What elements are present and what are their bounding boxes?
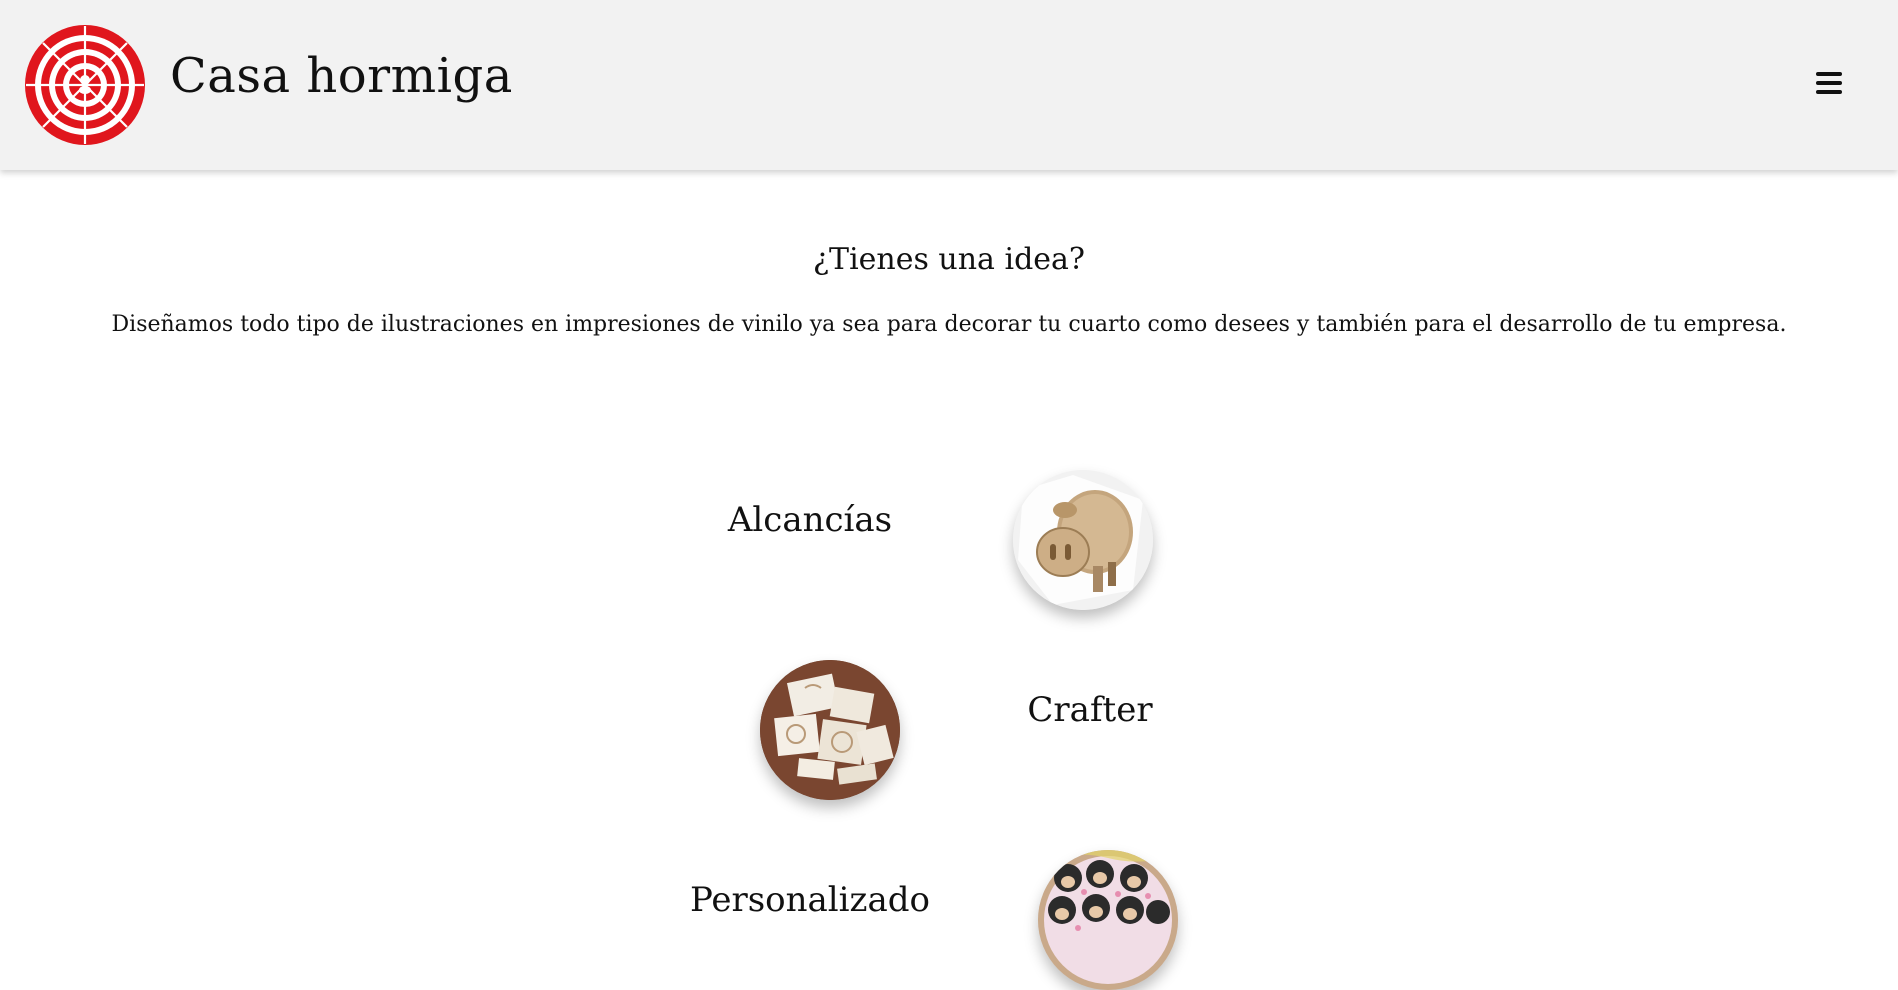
category-image-crafter[interactable] (760, 660, 900, 800)
craft-cutouts-image (760, 660, 900, 800)
category-label-alcancias[interactable]: Alcancías (680, 500, 940, 540)
site-header: Casa hormiga (0, 0, 1898, 170)
site-title[interactable]: Casa hormiga (170, 48, 513, 104)
piggy-bank-image (1013, 470, 1153, 610)
intro-paragraph: Diseñamos todo tipo de ilustraciones en … (111, 312, 1787, 337)
category-label-crafter[interactable]: Crafter (960, 690, 1220, 730)
hamburger-menu-icon[interactable] (1812, 66, 1846, 102)
monkey-stickers-image (1038, 850, 1178, 990)
spiral-logo-icon[interactable] (24, 24, 146, 146)
intro-heading: ¿Tienes una idea? (812, 242, 1086, 277)
category-image-alcancias[interactable] (1013, 470, 1153, 610)
category-label-personalizado[interactable]: Personalizado (680, 880, 940, 920)
category-image-personalizado[interactable] (1038, 850, 1178, 990)
